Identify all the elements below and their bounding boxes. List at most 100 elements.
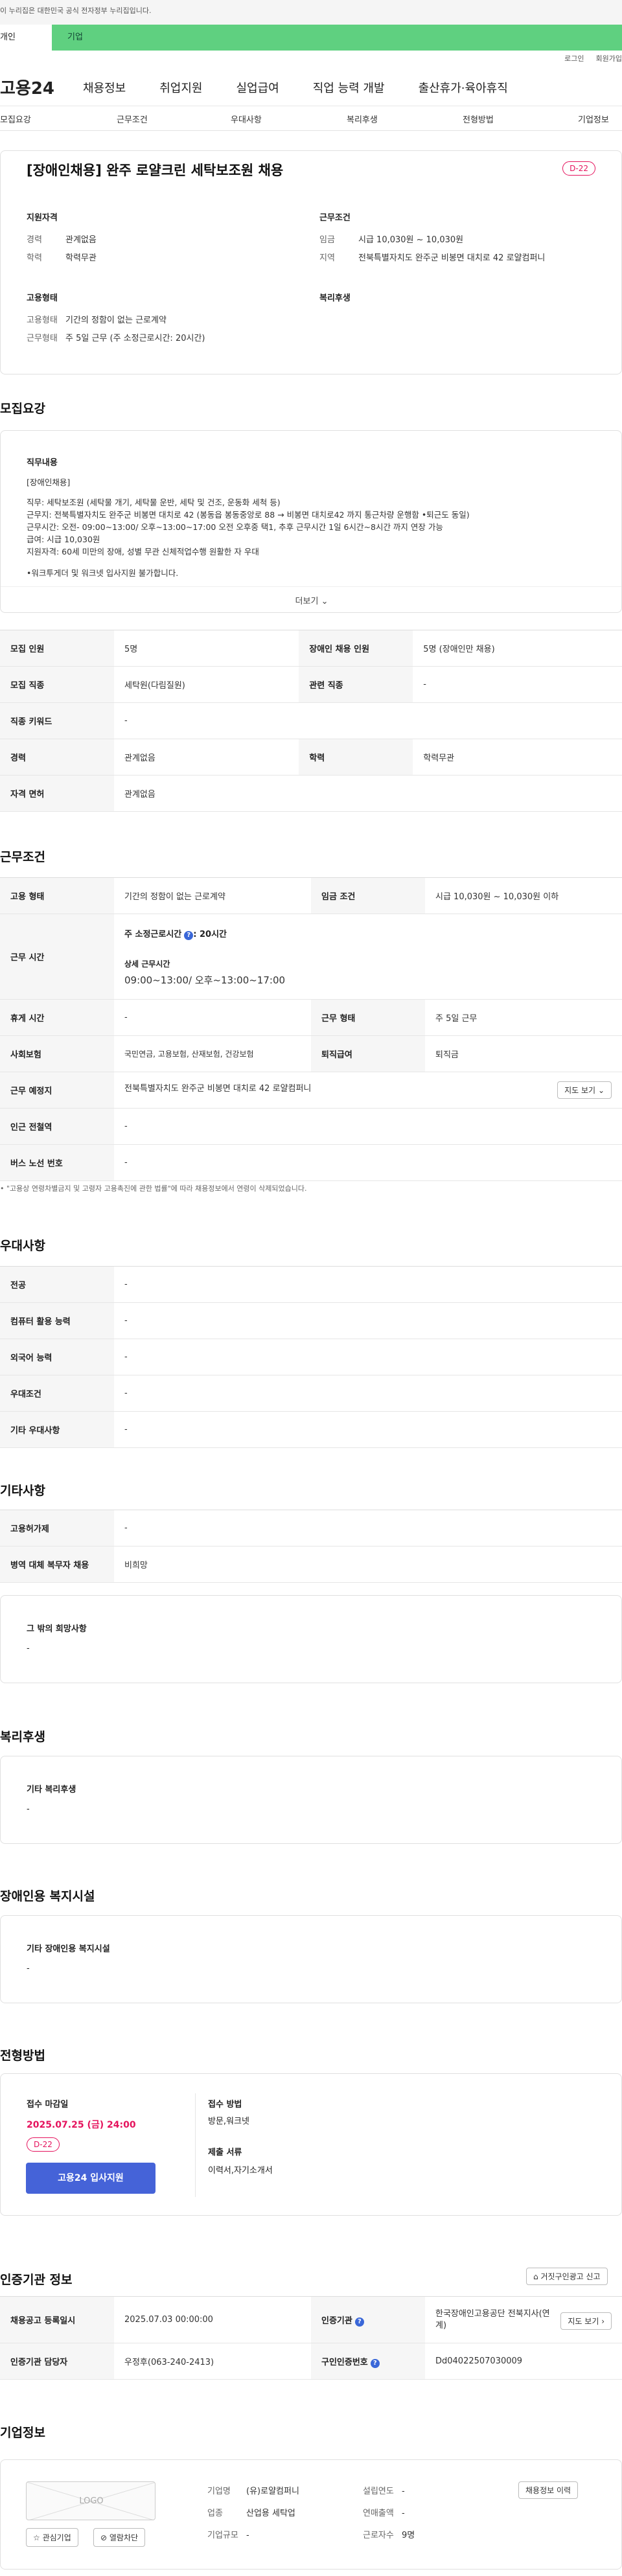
table-row: 인근 전철역 -: [0, 1108, 622, 1145]
company-sales-label: 연매출액: [363, 2509, 394, 2518]
tab-work[interactable]: 근무조건: [117, 113, 148, 125]
table-cell: 우정후(063-240-2413): [114, 2343, 311, 2380]
area-label: 지역: [319, 253, 335, 263]
table-cell: 학력무관: [413, 739, 622, 776]
table-header: 병역 대체 복무자 채용: [0, 1546, 114, 1583]
table-header: 외국어 능력: [0, 1339, 114, 1375]
table-row: 경력 관계없음 학력 학력무관: [0, 739, 622, 776]
work-heading: 근무조건: [0, 850, 45, 864]
chevron-down-icon: ⌄: [597, 1086, 605, 1095]
org-map-button[interactable]: 지도 보기 ›: [560, 2312, 612, 2330]
etc-wish-value: -: [27, 1644, 30, 1653]
table-row: 사회보험 국민연금, 고용보험, 산재보험, 건강보험 퇴직급여 퇴직금: [0, 1035, 622, 1072]
table-cell: 5명 (장애인만 채용): [413, 630, 622, 667]
tab-welfare[interactable]: 복리후생: [347, 113, 378, 125]
table-cell: 관계없음: [114, 739, 299, 776]
job-desc-title: 직무내용: [27, 458, 58, 468]
info-icon[interactable]: ?: [354, 2317, 364, 2327]
disab-heading: 장애인용 복지시설: [0, 1889, 95, 1903]
gnb-item-unemployment[interactable]: 실업급여: [236, 82, 279, 95]
gnb-menu: 채용정보 취업지원 실업급여 직업 능력 개발 출산휴가·육아휴직: [83, 79, 542, 96]
edu-label: 학력: [27, 253, 42, 263]
table-row: 버스 노선 번호 -: [0, 1144, 622, 1181]
apply-button[interactable]: 고용24 입사지원: [26, 2163, 156, 2194]
company-emp-label: 근로자수: [363, 2531, 394, 2540]
info-icon[interactable]: ?: [184, 930, 194, 940]
fav-button[interactable]: ☆ 관심기업: [26, 2528, 78, 2547]
gnb-item-leave[interactable]: 출산휴가·육아휴직: [419, 82, 508, 95]
disab-box-value: -: [27, 1964, 30, 1973]
table-cell: 국민연금, 고용보험, 산재보험, 건강보험: [114, 1035, 311, 1072]
tab-company[interactable]: 기업: [52, 25, 622, 51]
site-logo[interactable]: 고용24: [0, 75, 54, 99]
more-button[interactable]: 더보기 ⌄: [1, 594, 622, 606]
table-row: 컴퓨터 활용 능력 -: [0, 1302, 622, 1339]
table-row: 직종 키워드 -: [0, 702, 622, 739]
table-cell: 퇴직금: [425, 1035, 622, 1072]
cond-heading: 근무조건: [319, 213, 351, 223]
tab-company[interactable]: 기업정보: [578, 113, 609, 125]
age-note-text: "고용상 연령차별금지 및 고령자 고용촉진에 관한 법률"에 따라 채용정보에…: [6, 1184, 307, 1193]
table-header: 관련 직종: [299, 666, 413, 703]
org-label: 인증기관: [321, 2316, 352, 2326]
table-header: 구인인증번호?: [311, 2343, 425, 2380]
gnb-item-employment-support[interactable]: 취업지원: [159, 82, 202, 95]
gov-banner: 이 누리집은 대한민국 공식 전자정부 누리집입니다.: [0, 0, 622, 25]
type-label: 고용형태: [27, 316, 58, 325]
etc-heading: 기타사항: [0, 1484, 45, 1498]
table-row: 인증기관 담당자 우정후(063-240-2413) 구인인증번호? Dd040225…: [0, 2343, 622, 2380]
star-icon: ☆: [33, 2533, 40, 2542]
process-dday-badge: D-22: [27, 2137, 60, 2152]
area-value: 전북특별자치도 완주군 비봉면 대치로 42 로얄컴퍼니: [358, 253, 546, 263]
info-icon[interactable]: ?: [370, 2358, 380, 2368]
process-heading: 전형방법: [0, 2049, 45, 2063]
company-size-value: -: [246, 2531, 249, 2540]
welfare-box-value: -: [27, 1804, 30, 1814]
table-cell: -: [114, 1375, 622, 1412]
history-button[interactable]: 채용정보 이력: [518, 2481, 579, 2499]
login-link[interactable]: 로그인: [564, 54, 584, 63]
table-cell: -: [114, 1108, 622, 1145]
job-desc-line: 근무시간: 오전- 09:00~13:00/ 오후~13:00~17:00 오전…: [27, 522, 443, 532]
hours-detail-title: 상세 근무시간: [124, 959, 170, 969]
table-header: 장애인 채용 인원: [299, 630, 413, 667]
map-button[interactable]: 지도 보기 ⌄: [557, 1081, 612, 1099]
hours-detail-value: 09:00~13:00/ 오후~13:00~17:00: [124, 974, 286, 986]
table-cell: 2025.07.03 00:00:00: [114, 2296, 311, 2343]
company-biz-value: 산업용 세탁업: [246, 2509, 295, 2518]
company-name-label: 기업명: [207, 2487, 231, 2496]
report-button[interactable]: ⌂ 거짓구인광고 신고: [526, 2268, 608, 2285]
gnb-item-training[interactable]: 직업 능력 개발: [313, 82, 385, 95]
table-cell: -: [114, 702, 622, 739]
auth-heading: 인증기관 정보: [0, 2273, 73, 2287]
join-link[interactable]: 회원가입: [596, 54, 622, 63]
tab-process[interactable]: 전형방법: [463, 113, 494, 125]
tab-personal[interactable]: 개인: [0, 25, 52, 51]
table-cell: 기간의 정함이 없는 근로계약: [114, 877, 311, 914]
block-button[interactable]: ⊘ 열람차단: [93, 2528, 146, 2547]
member-type-switch: 개인 기업: [0, 25, 622, 51]
etc-wish-title: 그 밖의 희망사항: [27, 1624, 87, 1634]
job-desc-text: [장애인채용] 직무: 세탁보조원 (세탁물 개기, 세탁물 운반, 세탁 및 …: [27, 476, 610, 579]
fav-label: 관심기업: [42, 2533, 71, 2542]
edu-value: 학력무관: [65, 253, 97, 263]
tab-recruit[interactable]: 모집요강: [0, 113, 31, 125]
block-icon: ⊘: [100, 2533, 108, 2542]
table-header: 우대조건: [0, 1375, 114, 1412]
method-value: 방문,워크넷: [208, 2117, 249, 2126]
table-cell: -: [114, 1266, 622, 1303]
hours-cell: 주 소정근로시간?: 20시간 상세 근무시간 09:00~13:00/ 오후~…: [114, 914, 622, 1000]
table-header: 전공: [0, 1266, 114, 1303]
job-desc-line: 급여: 시급 10,030원: [27, 535, 100, 544]
company-sales-value: -: [402, 2509, 405, 2518]
gnb-item-jobs[interactable]: 채용정보: [83, 82, 126, 95]
welfare-heading: 복리후생: [319, 293, 351, 303]
table-header: 직종 키워드: [0, 702, 114, 739]
section-tabs: 모집요강 근무조건 우대사항 복리후생 전형방법 기업정보: [0, 106, 622, 131]
table-header: 인근 전철역: [0, 1108, 114, 1145]
logo-text: LOGO: [79, 2496, 104, 2506]
job-desc-line: 근무지: 전북특별자치도 완주군 비봉면 대치로 42 (봉동읍 봉동중앙로 8…: [27, 510, 470, 520]
tab-pref[interactable]: 우대사항: [231, 113, 262, 125]
table-row: 우대조건 -: [0, 1375, 622, 1412]
table-header: 퇴직급여: [311, 1035, 425, 1072]
